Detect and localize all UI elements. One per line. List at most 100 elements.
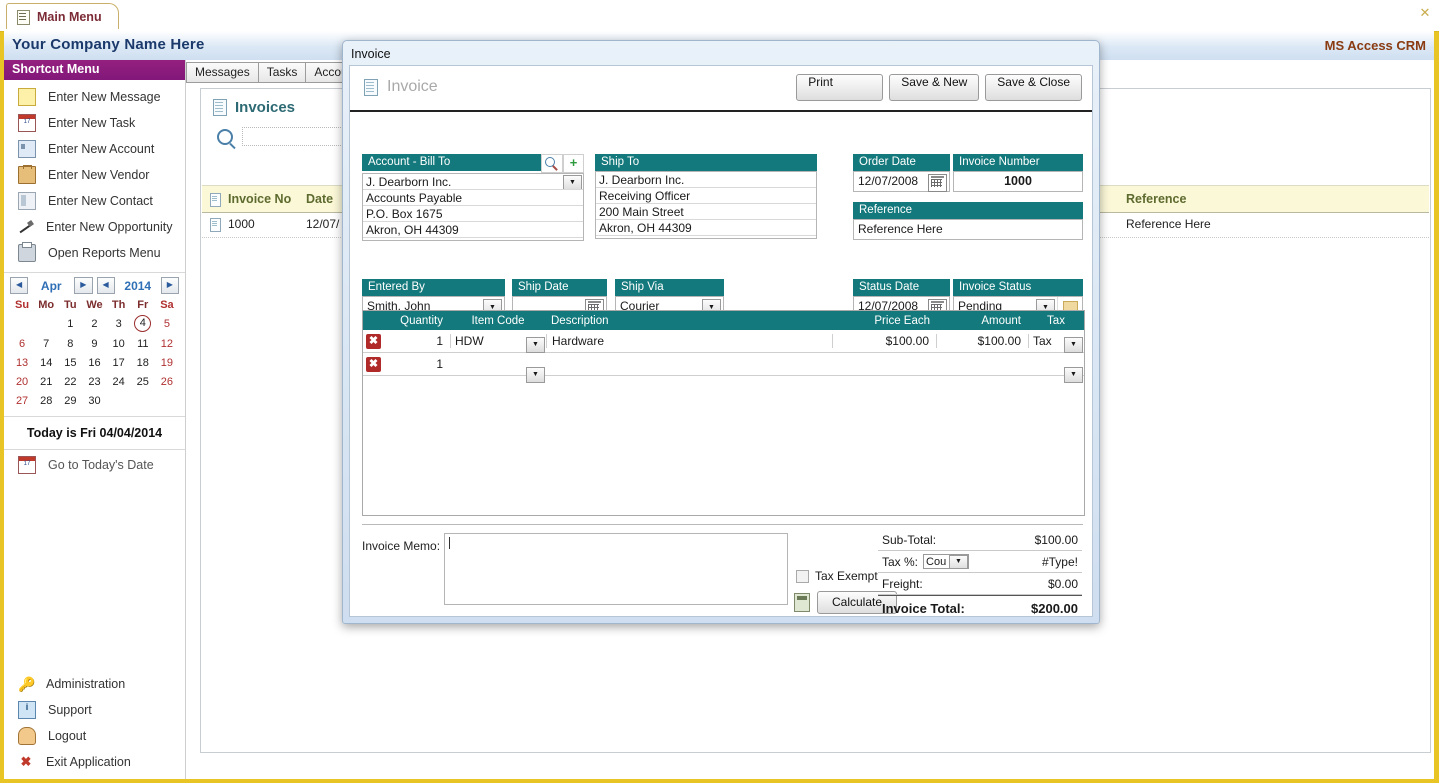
sidebar-item-enter-new-task[interactable]: Enter New Task	[4, 110, 185, 136]
bill-to-line[interactable]	[363, 238, 583, 254]
calendar-day[interactable]: 27	[10, 391, 34, 410]
calendar-day[interactable]	[155, 391, 179, 410]
chevron-down-icon[interactable]: ▼	[1064, 367, 1083, 383]
tab-messages[interactable]: Messages	[186, 62, 259, 83]
ship-to-line[interactable]: Receiving Officer	[596, 188, 816, 204]
calendar-day[interactable]: 15	[58, 353, 82, 372]
chevron-down-icon[interactable]: ▼	[1064, 337, 1083, 353]
go-to-todays-date-button[interactable]: Go to Today's Date	[4, 450, 185, 480]
chevron-down-icon[interactable]: ▼	[526, 367, 545, 383]
calendar-day[interactable]: 5	[155, 313, 179, 334]
bill-to-line[interactable]: Accounts Payable	[363, 190, 583, 206]
calendar-day[interactable]: 17	[107, 353, 131, 372]
ship-to-line[interactable]	[596, 236, 816, 252]
delete-icon[interactable]: ✖	[366, 333, 381, 349]
save-and-close-button[interactable]: Save & Close	[985, 74, 1082, 101]
bill-to-line[interactable]: J. Dearborn Inc. ▼	[363, 174, 583, 190]
calendar-day[interactable]: 7	[34, 334, 58, 353]
tax-exempt-checkbox-row[interactable]: Tax Exempt	[796, 569, 878, 583]
tax-percent-select[interactable]: Cou ▼	[923, 554, 970, 569]
bill-to-line[interactable]: P.O. Box 1675	[363, 206, 583, 222]
calendar-day[interactable]: 14	[34, 353, 58, 372]
reference-input[interactable]: Reference Here	[854, 220, 1082, 239]
exit-icon: ✖	[20, 754, 32, 769]
calendar-day-today[interactable]: 4	[131, 313, 155, 334]
ship-to-line[interactable]: J. Dearborn Inc.	[596, 172, 816, 188]
calendar-day[interactable]: 16	[82, 353, 106, 372]
calendar-day[interactable]: 30	[82, 391, 106, 410]
invoice-memo-input[interactable]	[444, 533, 788, 605]
calendar-day[interactable]	[10, 313, 34, 334]
tab-tasks[interactable]: Tasks	[258, 62, 307, 83]
column-header-invoice-no: Invoice No	[228, 192, 292, 206]
ship-to-line[interactable]: Akron, OH 44309	[596, 220, 816, 236]
bill-to-search-icon[interactable]	[541, 154, 563, 173]
close-icon[interactable]: ✕	[1418, 6, 1432, 20]
calendar-day[interactable]: 20	[10, 372, 34, 391]
sidebar-item-enter-new-message[interactable]: Enter New Message	[4, 84, 185, 110]
calendar-day[interactable]: 13	[10, 353, 34, 372]
calendar-day[interactable]: 22	[58, 372, 82, 391]
invoice-number-input[interactable]: 1000	[954, 172, 1082, 191]
tax-exempt-checkbox[interactable]	[796, 569, 809, 583]
calendar-day[interactable]: 24	[107, 372, 131, 391]
calendar-day[interactable]: 8	[58, 334, 82, 353]
bill-to-add-icon[interactable]: +	[563, 154, 584, 173]
sidebar-item-enter-new-vendor[interactable]: Enter New Vendor	[4, 162, 185, 188]
print-button[interactable]: Print	[796, 74, 884, 101]
calendar-day[interactable]: 6	[10, 334, 34, 353]
cell-quantity[interactable]: 1	[381, 334, 450, 348]
calendar-day[interactable]: 10	[107, 334, 131, 353]
sidebar-item-support[interactable]: Support	[4, 697, 185, 723]
calendar-day[interactable]: 9	[82, 334, 106, 353]
bill-to-line[interactable]: Akron, OH 44309	[363, 222, 583, 238]
sidebar-item-exit-application[interactable]: ✖ Exit Application	[4, 749, 185, 775]
calendar-day[interactable]: 21	[34, 372, 58, 391]
line-item-row[interactable]: ✖ 1 ▼ ▼	[363, 353, 1084, 383]
sidebar-item-enter-new-account[interactable]: Enter New Account	[4, 136, 185, 162]
total-row-freight: Freight: $0.00	[878, 573, 1082, 595]
calendar-day[interactable]: 19	[155, 353, 179, 372]
save-and-new-button[interactable]: Save & New	[889, 74, 980, 101]
calendar-day[interactable]: 29	[58, 391, 82, 410]
calendar-next-month-button[interactable]: ▶	[74, 277, 93, 294]
calendar-day[interactable]: 23	[82, 372, 106, 391]
cell-tax[interactable]: Tax ▼	[1028, 334, 1084, 353]
calendar-day[interactable]: 3	[107, 313, 131, 334]
cell-item-code[interactable]: HDW ▼	[450, 334, 546, 353]
sidebar-item-enter-new-contact[interactable]: Enter New Contact	[4, 188, 185, 214]
total-label: Freight:	[882, 576, 923, 591]
chevron-down-icon[interactable]: ▼	[526, 337, 545, 353]
cell-price-each[interactable]: $100.00	[832, 334, 936, 348]
cell-quantity[interactable]: 1	[381, 357, 450, 371]
calendar-day[interactable]: 28	[34, 391, 58, 410]
delete-icon[interactable]: ✖	[366, 356, 381, 372]
calendar-next-year-button[interactable]: ▶	[160, 277, 179, 294]
sidebar-item-administration[interactable]: 🔑 Administration	[4, 671, 185, 697]
chevron-down-icon[interactable]: ▼	[563, 175, 582, 189]
ship-to-line[interactable]: 200 Main Street	[596, 204, 816, 220]
calendar-icon[interactable]	[928, 174, 947, 192]
calendar-day[interactable]: 2	[82, 313, 106, 334]
document-icon	[213, 99, 227, 116]
calendar-day[interactable]	[107, 391, 131, 410]
sidebar-item-enter-new-opportunity[interactable]: Enter New Opportunity	[4, 214, 185, 240]
line-item-row[interactable]: ✖ 1 HDW ▼ Hardware $100.00 $100.00 Tax ▼	[363, 330, 1084, 353]
calendar-day[interactable]: 26	[155, 372, 179, 391]
calendar-day[interactable]: 1	[58, 313, 82, 334]
calendar-day[interactable]: 11	[131, 334, 155, 353]
calendar-day[interactable]: 18	[131, 353, 155, 372]
chevron-down-icon[interactable]: ▼	[949, 555, 969, 568]
calendar-day[interactable]	[34, 313, 58, 334]
tab-main-menu[interactable]: Main Menu	[6, 3, 119, 29]
sidebar-item-logout[interactable]: Logout	[4, 723, 185, 749]
cell-amount[interactable]: $100.00	[936, 334, 1028, 348]
calendar-day[interactable]: 12	[155, 334, 179, 353]
calendar-prev-year-button[interactable]: ◀	[96, 277, 115, 294]
calendar-day[interactable]: 25	[131, 372, 155, 391]
search-icon[interactable]	[217, 128, 233, 145]
calendar-prev-month-button[interactable]: ◀	[10, 277, 29, 294]
calendar-day[interactable]	[131, 391, 155, 410]
cell-description[interactable]: Hardware	[546, 334, 832, 348]
sidebar-item-open-reports-menu[interactable]: Open Reports Menu	[4, 240, 185, 266]
